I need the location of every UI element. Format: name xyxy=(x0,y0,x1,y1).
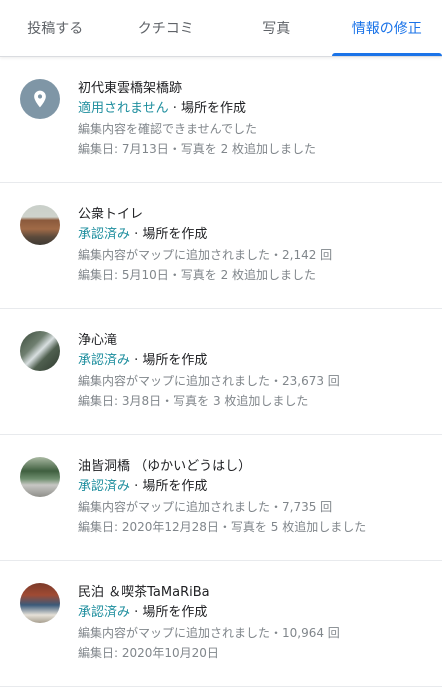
place-photo xyxy=(20,457,60,497)
edit-type: 場所を作成 xyxy=(142,479,207,494)
edit-status: 承認済み · 場所を作成 xyxy=(78,603,426,623)
place-name: 民泊 ＆喫茶TaMaRiBa xyxy=(78,583,426,603)
edit-result: 編集内容がマップに追加されました・7,735 回 xyxy=(78,497,426,517)
edit-type: 場所を作成 xyxy=(142,353,207,368)
edit-date: 編集日: 2020年12月28日・写真を 5 枚追加しました xyxy=(78,517,426,537)
tab-edits[interactable]: 情報の修正 xyxy=(332,0,442,56)
place-name: 初代東雲橋架橋跡 xyxy=(78,79,426,99)
edit-type: 場所を作成 xyxy=(142,227,207,242)
place-name: 油皆洞橋 （ゆかいどうはし） xyxy=(78,457,426,477)
list-item[interactable]: 油皆洞橋 （ゆかいどうはし） 承認済み · 場所を作成 編集内容がマップに追加さ… xyxy=(0,435,442,561)
edit-date: 編集日: 5月10日・写真を 2 枚追加しました xyxy=(78,265,426,285)
status-badge: 承認済み xyxy=(78,479,130,494)
place-name: 公衆トイレ xyxy=(78,205,426,225)
edit-status: 適用されません · 場所を作成 xyxy=(78,99,426,119)
edit-date: 編集日: 3月8日・写真を 3 枚追加しました xyxy=(78,391,426,411)
tab-photos[interactable]: 写真 xyxy=(221,0,332,56)
status-badge: 適用されません xyxy=(78,101,169,116)
status-badge: 承認済み xyxy=(78,227,130,242)
separator: · xyxy=(130,605,142,620)
list-item[interactable]: 初代東雲橋架橋跡 適用されません · 場所を作成 編集内容を確認できませんでした… xyxy=(0,57,442,183)
list-item[interactable]: 浄心滝 承認済み · 場所を作成 編集内容がマップに追加されました・23,673… xyxy=(0,309,442,435)
edit-status: 承認済み · 場所を作成 xyxy=(78,225,426,245)
separator: · xyxy=(130,353,142,368)
edit-type: 場所を作成 xyxy=(181,101,246,116)
location-pin-icon xyxy=(20,79,60,119)
tab-reviews[interactable]: クチコミ xyxy=(111,0,222,56)
edit-result: 編集内容がマップに追加されました・2,142 回 xyxy=(78,245,426,265)
place-photo xyxy=(20,583,60,623)
separator: · xyxy=(130,479,142,494)
place-photo xyxy=(20,331,60,371)
edit-result: 編集内容がマップに追加されました・23,673 回 xyxy=(78,371,426,391)
edit-list: 初代東雲橋架橋跡 適用されません · 場所を作成 編集内容を確認できませんでした… xyxy=(0,57,442,687)
status-badge: 承認済み xyxy=(78,353,130,368)
edit-type: 場所を作成 xyxy=(142,605,207,620)
edit-result: 編集内容を確認できませんでした xyxy=(78,119,426,139)
status-badge: 承認済み xyxy=(78,605,130,620)
separator: · xyxy=(169,101,181,116)
edit-status: 承認済み · 場所を作成 xyxy=(78,477,426,497)
list-item[interactable]: 民泊 ＆喫茶TaMaRiBa 承認済み · 場所を作成 編集内容がマップに追加さ… xyxy=(0,561,442,687)
tab-bar: 投稿する クチコミ 写真 情報の修正 xyxy=(0,0,442,57)
tab-post[interactable]: 投稿する xyxy=(0,0,111,56)
list-item[interactable]: 公衆トイレ 承認済み · 場所を作成 編集内容がマップに追加されました・2,14… xyxy=(0,183,442,309)
edit-date: 編集日: 2020年10月20日 xyxy=(78,643,426,663)
place-name: 浄心滝 xyxy=(78,331,426,351)
separator: · xyxy=(130,227,142,242)
edit-result: 編集内容がマップに追加されました・10,964 回 xyxy=(78,623,426,643)
edit-date: 編集日: 7月13日・写真を 2 枚追加しました xyxy=(78,139,426,159)
edit-status: 承認済み · 場所を作成 xyxy=(78,351,426,371)
place-photo xyxy=(20,205,60,245)
